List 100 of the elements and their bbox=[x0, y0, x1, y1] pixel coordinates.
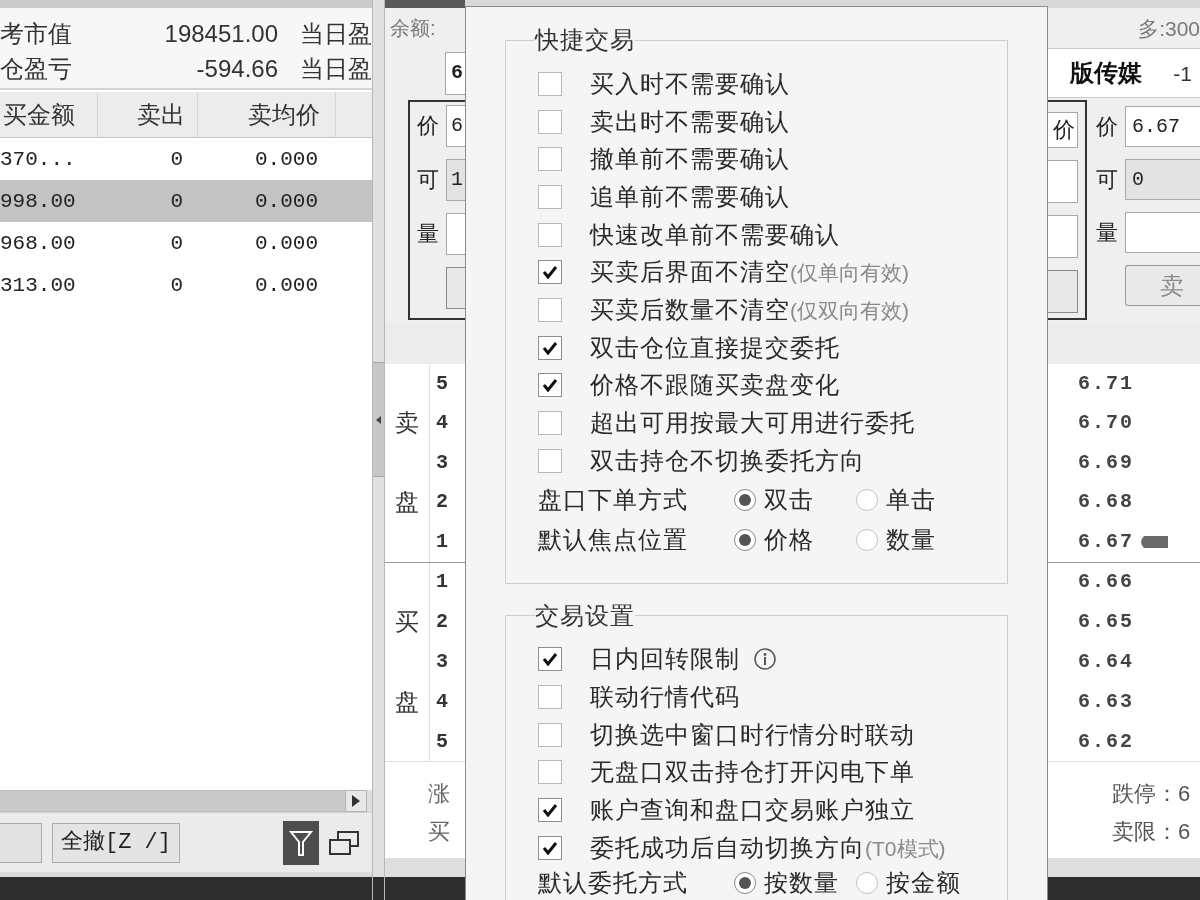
splitter-handle[interactable] bbox=[373, 362, 384, 477]
option-label: 快速改单前不需要确认 bbox=[590, 222, 840, 247]
input-field[interactable]: 6 bbox=[446, 105, 465, 147]
input-field[interactable]: 6 bbox=[445, 51, 465, 95]
toolbar-button[interactable] bbox=[0, 822, 42, 863]
checkmark-icon bbox=[542, 340, 558, 355]
price-label: 价 bbox=[1048, 112, 1078, 148]
checkbox[interactable] bbox=[538, 373, 562, 398]
option-label: 卖出时不需要确认 bbox=[590, 109, 790, 134]
checkbox[interactable] bbox=[538, 222, 562, 247]
option-label: 切换选中窗口时行情分时联动 bbox=[590, 722, 915, 747]
checkbox[interactable] bbox=[538, 147, 562, 172]
checkmark-icon bbox=[542, 265, 558, 280]
checkbox[interactable] bbox=[538, 109, 562, 134]
option-label: 账户查询和盘口交易账户独立 bbox=[590, 798, 915, 823]
radio-button[interactable] bbox=[734, 488, 756, 511]
action-button[interactable] bbox=[446, 267, 465, 309]
radio-label: 价格 bbox=[764, 528, 814, 553]
checkbox[interactable] bbox=[538, 798, 562, 823]
table-row[interactable]: 998.00 0 0.000 bbox=[0, 180, 372, 222]
price-level: 6.64 bbox=[1078, 652, 1134, 672]
price-level: 6.68 bbox=[1078, 492, 1134, 513]
table-cell-text: 0.000 bbox=[254, 230, 319, 257]
checkbox[interactable] bbox=[538, 71, 562, 96]
option-label: 买卖后界面不清空(仅单向有效) bbox=[590, 260, 909, 285]
info-icon[interactable] bbox=[754, 648, 776, 671]
price-level: 6.66 bbox=[1078, 572, 1134, 593]
option-label: 撤单前不需要确认 bbox=[590, 147, 790, 172]
group-title: 快捷交易 bbox=[535, 28, 635, 52]
action-button[interactable] bbox=[1048, 270, 1078, 313]
summary-value: 198451.00 bbox=[163, 19, 278, 48]
price-level: 6.62 bbox=[1078, 731, 1134, 752]
checkbox[interactable] bbox=[538, 835, 562, 860]
checkbox[interactable] bbox=[538, 448, 562, 473]
radio-button[interactable] bbox=[856, 529, 878, 552]
summary-label: 仓盈亏 bbox=[0, 54, 73, 83]
checkbox[interactable] bbox=[538, 722, 562, 747]
triangle-left-icon bbox=[376, 415, 381, 424]
toolbar-button[interactable]: 全撤[Z /] bbox=[52, 822, 180, 863]
input-field[interactable]: 6.67 bbox=[1125, 106, 1200, 147]
scroll-right-button[interactable] bbox=[345, 790, 367, 812]
field-label: 可 bbox=[416, 169, 440, 191]
radio-label: 数量 bbox=[886, 528, 936, 553]
checkmark-icon bbox=[542, 840, 558, 855]
option-label: 双击仓位直接提交委托 bbox=[590, 335, 840, 360]
field-label: 价 bbox=[416, 115, 440, 137]
radio-button[interactable] bbox=[856, 488, 878, 511]
field-label: 价 bbox=[1095, 115, 1119, 138]
table-cell-text: 998.00 bbox=[0, 188, 77, 215]
checkbox[interactable] bbox=[538, 260, 562, 285]
input-field[interactable] bbox=[446, 213, 465, 255]
checkbox[interactable] bbox=[538, 685, 562, 710]
checkbox[interactable] bbox=[538, 184, 562, 209]
summary-label: 考市值 bbox=[0, 19, 73, 48]
checkmark-icon bbox=[542, 652, 558, 667]
radio-label: 单击 bbox=[886, 487, 936, 512]
radio-button[interactable] bbox=[734, 529, 756, 552]
column-header[interactable]: 卖出 bbox=[97, 92, 197, 137]
checkbox[interactable] bbox=[538, 411, 562, 436]
table-cell-text: 370... bbox=[0, 146, 77, 173]
table-cell-text: 313.00 bbox=[0, 272, 77, 299]
price-level: 6.67 bbox=[1078, 531, 1134, 552]
level-number: 5 bbox=[436, 373, 448, 394]
scrollbar-thumb[interactable] bbox=[0, 790, 345, 812]
price-level: 6.69 bbox=[1078, 452, 1134, 473]
restore-windows-icon[interactable] bbox=[329, 830, 359, 855]
checkbox[interactable] bbox=[538, 760, 562, 785]
summary-label: 当日盈 bbox=[300, 19, 372, 48]
limit-label: 买 bbox=[428, 821, 450, 844]
level-number: 1 bbox=[436, 572, 448, 593]
limit-label: 卖限：6 bbox=[1112, 821, 1191, 844]
side-label: 盘 bbox=[395, 490, 419, 515]
column-header[interactable]: 卖均价 bbox=[197, 92, 335, 137]
checkbox[interactable] bbox=[538, 297, 562, 322]
price-level: 6.63 bbox=[1078, 691, 1134, 712]
triangle-right-icon bbox=[352, 795, 360, 807]
option-label: 追单前不需要确认 bbox=[590, 184, 790, 209]
input-field[interactable] bbox=[1048, 160, 1078, 203]
option-label: 无盘口双击持仓打开闪电下单 bbox=[590, 760, 915, 785]
level-number: 3 bbox=[436, 652, 448, 672]
radio-label: 双击 bbox=[764, 487, 814, 512]
input-field[interactable] bbox=[1048, 215, 1078, 258]
option-label: 超出可用按最大可用进行委托 bbox=[590, 411, 915, 436]
checkbox[interactable] bbox=[538, 335, 562, 360]
setting-label: 盘口下单方式 bbox=[538, 487, 689, 512]
input-field[interactable] bbox=[1125, 212, 1200, 253]
option-label: 双击持仓不切换委托方向 bbox=[590, 448, 865, 473]
option-label: 联动行情代码 bbox=[590, 685, 740, 710]
checkbox[interactable] bbox=[538, 647, 562, 672]
option-label: 价格不跟随买卖盘变化 bbox=[590, 373, 840, 398]
table-cell-text: 0.000 bbox=[254, 146, 319, 173]
option-label: 日内回转限制 bbox=[590, 647, 740, 672]
checkmark-icon bbox=[542, 378, 558, 393]
table-cell-text: 0.000 bbox=[254, 272, 319, 299]
field-label: 可 bbox=[1095, 168, 1119, 191]
radio-button[interactable] bbox=[856, 872, 878, 895]
column-header[interactable]: 买金额 bbox=[0, 92, 97, 137]
radio-button[interactable] bbox=[734, 872, 756, 895]
filter-icon[interactable] bbox=[283, 820, 319, 865]
level-number: 1 bbox=[436, 531, 448, 552]
